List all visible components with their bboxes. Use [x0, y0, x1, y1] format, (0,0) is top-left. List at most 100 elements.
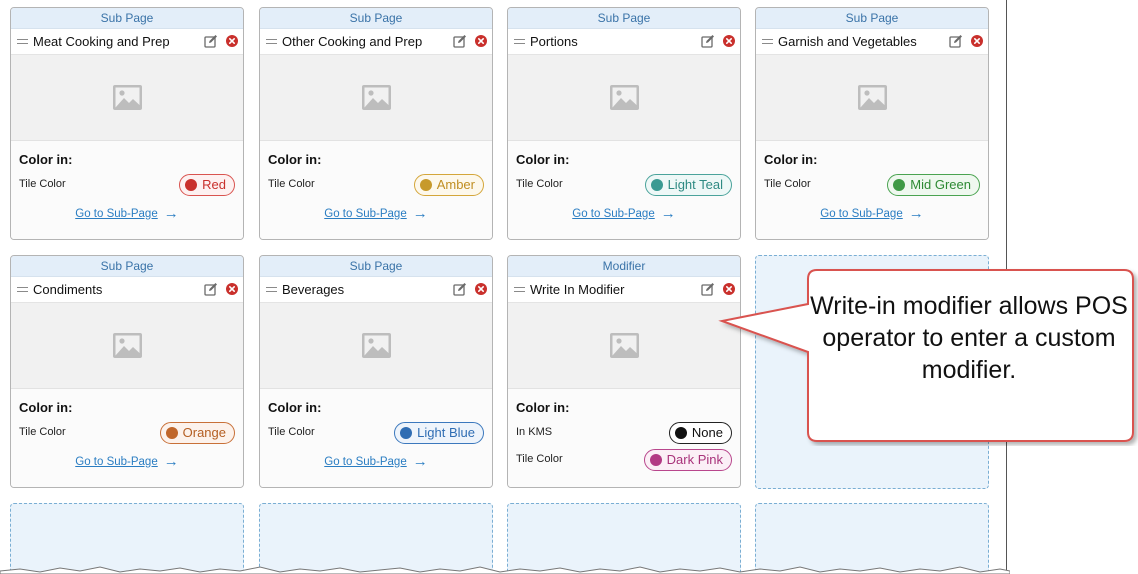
link-label: Go to Sub-Page — [324, 208, 407, 220]
property-label: Tile Color — [268, 178, 315, 190]
torn-edge-decoration — [0, 566, 1010, 574]
delete-icon[interactable] — [723, 35, 735, 47]
property-label: Tile Color — [19, 178, 66, 190]
tile-image-area[interactable] — [11, 303, 243, 389]
delete-icon[interactable] — [475, 35, 487, 47]
tile-type-label: Sub Page — [11, 8, 243, 29]
edit-icon[interactable] — [204, 34, 218, 48]
delete-icon[interactable] — [475, 283, 487, 295]
image-placeholder-icon — [113, 85, 142, 110]
tile-property-row: Tile Color Light Teal — [516, 174, 732, 196]
tile-type-label: Sub Page — [260, 8, 492, 29]
color-pill[interactable]: Orange — [159, 422, 235, 444]
color-in-heading: Color in: — [516, 400, 570, 415]
drag-handle-icon[interactable] — [266, 39, 277, 44]
tile-type-label: Sub Page — [11, 256, 243, 277]
edit-icon[interactable] — [453, 34, 467, 48]
tile-property-row: Tile Color Orange — [19, 422, 235, 444]
go-to-sub-page-link[interactable]: Go to Sub-Page → — [260, 205, 492, 222]
tile-type-label: Modifier — [508, 256, 740, 277]
arrow-right-icon: → — [412, 453, 428, 470]
property-label: Tile Color — [764, 178, 811, 190]
arrow-right-icon: → — [412, 205, 428, 222]
color-dot-icon — [400, 427, 413, 439]
property-label: Tile Color — [268, 426, 315, 438]
tile-body: Color in: Tile Color Mid Green Go to Sub… — [756, 141, 988, 239]
link-label: Go to Sub-Page — [324, 456, 407, 468]
tile-card[interactable]: Sub Page Garnish and Vegetables Color in… — [755, 7, 989, 240]
tile-card[interactable]: Sub Page Portions Color in: Tile Color L… — [507, 7, 741, 240]
edit-icon[interactable] — [204, 282, 218, 296]
go-to-sub-page-link[interactable]: Go to Sub-Page → — [756, 205, 988, 222]
tile-header: Condiments — [11, 277, 243, 303]
tile-header: Other Cooking and Prep — [260, 29, 492, 55]
drag-handle-icon[interactable] — [514, 39, 525, 44]
go-to-sub-page-link[interactable]: Go to Sub-Page → — [260, 453, 492, 470]
image-placeholder-icon — [113, 333, 142, 358]
drag-handle-icon[interactable] — [514, 287, 525, 292]
drag-handle-icon[interactable] — [266, 287, 277, 292]
tile-name: Meat Cooking and Prep — [33, 34, 170, 49]
tile-card[interactable]: Sub Page Meat Cooking and Prep Color in: — [10, 7, 244, 240]
color-dot-icon — [650, 179, 663, 191]
edit-icon[interactable] — [453, 282, 467, 296]
tile-image-area[interactable] — [508, 55, 740, 141]
tile-card[interactable]: Sub Page Condiments Color in: Tile Color… — [10, 255, 244, 488]
edit-icon[interactable] — [949, 34, 963, 48]
callout-text: Write-in modifier allows POS operator to… — [810, 292, 1128, 384]
color-pill[interactable]: Red — [179, 174, 235, 196]
tile-image-area[interactable] — [260, 303, 492, 389]
property-label: Tile Color — [516, 453, 563, 465]
tile-card[interactable]: Modifier Write In Modifier Color in: In … — [507, 255, 741, 488]
tile-header: Write In Modifier — [508, 277, 740, 303]
go-to-sub-page-link[interactable]: Go to Sub-Page → — [11, 205, 243, 222]
tile-card[interactable]: Sub Page Beverages Color in: Tile Color … — [259, 255, 493, 488]
arrow-right-icon: → — [908, 205, 924, 222]
edit-icon[interactable] — [701, 34, 715, 48]
color-in-heading: Color in: — [268, 400, 322, 415]
drag-handle-icon[interactable] — [17, 39, 28, 44]
color-in-heading: Color in: — [516, 152, 570, 167]
go-to-sub-page-link[interactable]: Go to Sub-Page → — [11, 453, 243, 470]
go-to-sub-page-link[interactable]: Go to Sub-Page → — [508, 205, 740, 222]
drag-handle-icon[interactable] — [17, 287, 28, 292]
drag-handle-icon[interactable] — [762, 39, 773, 44]
delete-icon[interactable] — [226, 35, 238, 47]
arrow-right-icon: → — [163, 453, 179, 470]
tile-property-row: Tile Color Red — [19, 174, 235, 196]
color-pill[interactable]: Amber — [413, 174, 484, 196]
color-in-heading: Color in: — [19, 152, 73, 167]
color-pill-label: Light Blue — [417, 425, 475, 440]
edit-icon[interactable] — [701, 282, 715, 296]
tile-name: Garnish and Vegetables — [778, 34, 917, 49]
color-pill[interactable]: Light Teal — [644, 174, 732, 196]
tile-header: Meat Cooking and Prep — [11, 29, 243, 55]
color-dot-icon — [674, 427, 687, 439]
tile-image-area[interactable] — [11, 55, 243, 141]
color-pill-label: Amber — [436, 177, 475, 192]
link-label: Go to Sub-Page — [75, 456, 158, 468]
image-placeholder-icon — [858, 85, 887, 110]
tile-card[interactable]: Sub Page Other Cooking and Prep Color in… — [259, 7, 493, 240]
delete-icon[interactable] — [971, 35, 983, 47]
delete-icon[interactable] — [226, 283, 238, 295]
tile-body: Color in: In KMS None Tile Color Dark Pi… — [508, 389, 740, 487]
color-pill[interactable]: Dark Pink — [643, 449, 732, 471]
arrow-right-icon: → — [660, 205, 676, 222]
tile-header: Beverages — [260, 277, 492, 303]
color-dot-icon — [165, 427, 178, 439]
image-placeholder-icon — [362, 333, 391, 358]
tile-property-row: Tile Color Dark Pink — [516, 449, 732, 471]
tile-header: Garnish and Vegetables — [756, 29, 988, 55]
tile-image-area[interactable] — [508, 303, 740, 389]
tile-body: Color in: Tile Color Red Go to Sub-Page → — [11, 141, 243, 239]
color-pill-label: Dark Pink — [666, 452, 723, 467]
tile-header: Portions — [508, 29, 740, 55]
color-pill[interactable]: Mid Green — [887, 174, 980, 196]
color-pill-label: Red — [202, 177, 226, 192]
color-in-heading: Color in: — [19, 400, 73, 415]
tile-image-area[interactable] — [260, 55, 492, 141]
tile-image-area[interactable] — [756, 55, 988, 141]
color-pill[interactable]: Light Blue — [394, 422, 484, 444]
property-label: In KMS — [516, 426, 553, 438]
